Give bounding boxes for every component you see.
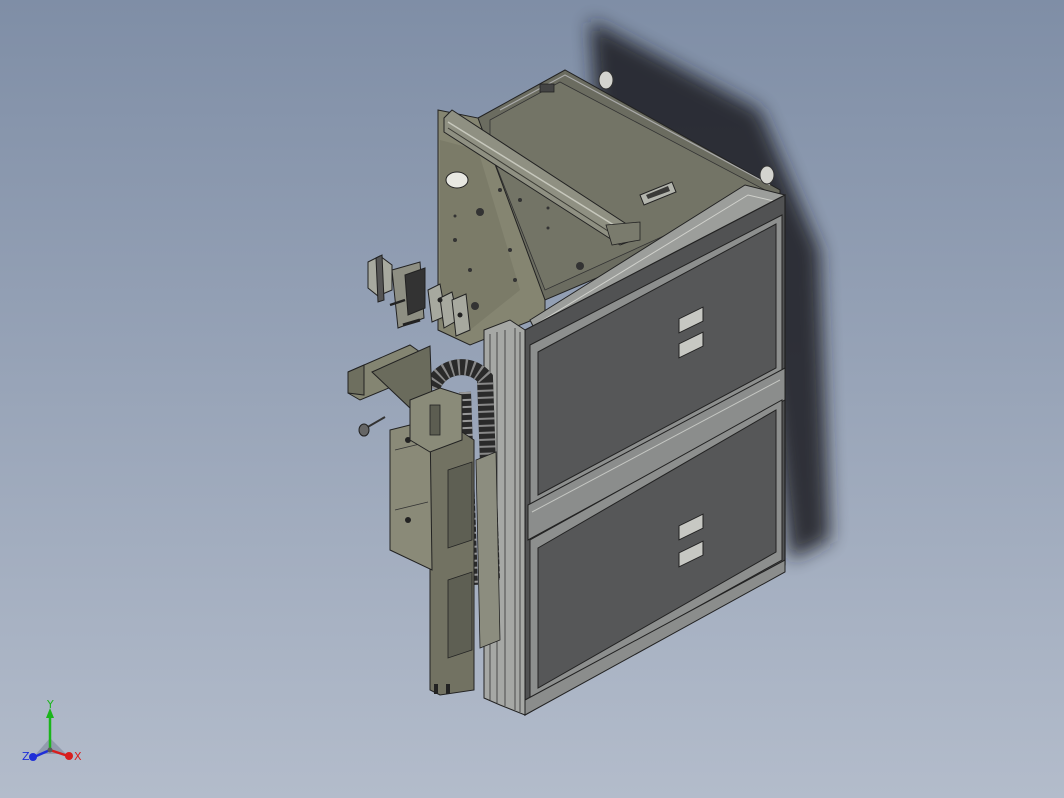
knob-top-left (598, 70, 614, 90)
top-latch (539, 83, 555, 93)
triad-y-label: Y (46, 700, 54, 711)
cabinet-assembly-model[interactable] (0, 0, 1064, 798)
plate-slot (445, 171, 469, 189)
cad-viewport[interactable]: Y X Z (0, 0, 1064, 798)
adjust-knob (358, 416, 386, 437)
knob-top-right (759, 165, 775, 185)
triad-z-label: Z (22, 750, 30, 763)
triad-x-label: X (74, 750, 82, 763)
coordinate-triad[interactable]: Y X Z (18, 700, 88, 772)
